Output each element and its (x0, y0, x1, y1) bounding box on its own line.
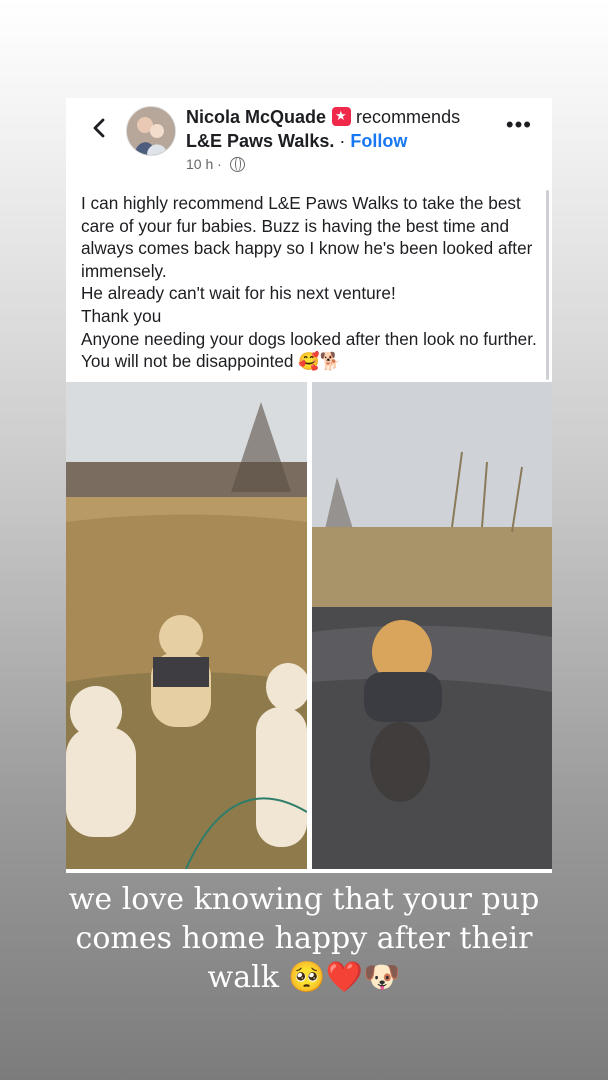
globe-icon (229, 157, 245, 172)
post-header-line-2: L&E Paws Walks. · Follow (186, 131, 407, 152)
post-timestamp[interactable]: 10 h (186, 156, 213, 172)
separator: · (339, 131, 346, 151)
caption-line: comes home happy after their (75, 921, 533, 956)
facebook-post-card: Nicola McQuade recommends L&E Paws Walks.… (66, 98, 552, 873)
post-body-line: Anyone needing your dogs looked after th… (81, 328, 537, 372)
recommends-label: recommends (356, 107, 461, 127)
more-horizontal-icon[interactable]: ••• (506, 114, 532, 136)
scrollbar[interactable] (546, 190, 549, 380)
post-photo-dog-in-puddle[interactable] (312, 382, 552, 869)
post-body: I can highly recommend L&E Paws Walks to… (81, 192, 541, 373)
recommendation-badge-icon (332, 107, 352, 126)
caption-line: we love knowing that your pup (68, 882, 540, 917)
post-body-line: He already can't wait for his next ventu… (81, 283, 396, 304)
meta-separator: · (217, 156, 222, 172)
story-caption: we love knowing that your pup comes home… (0, 880, 608, 997)
caption-line: walk 🥺❤️🐶 (207, 960, 401, 995)
author-name[interactable]: Nicola McQuade (186, 107, 326, 127)
chevron-left-icon[interactable] (86, 114, 114, 142)
post-header-line-1: Nicola McQuade recommends (186, 107, 460, 128)
post-meta: 10 h · (186, 156, 245, 172)
post-body-line: I can highly recommend L&E Paws Walks to… (81, 193, 533, 281)
avatar[interactable] (126, 106, 176, 156)
page-name[interactable]: L&E Paws Walks. (186, 131, 334, 151)
post-photo-three-dogs[interactable] (66, 382, 307, 869)
follow-button[interactable]: Follow (350, 131, 407, 151)
post-body-line: Thank you (81, 305, 162, 326)
